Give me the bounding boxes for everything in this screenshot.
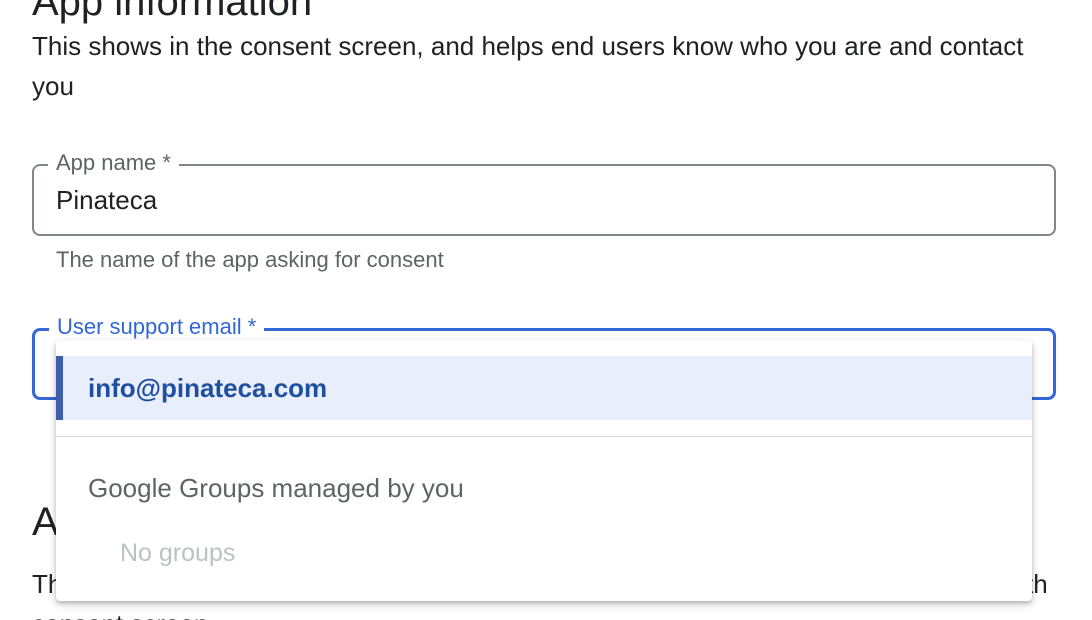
section-description: This shows in the consent screen, and he… [32, 31, 1024, 101]
dropdown-option-label: info@pinateca.com [88, 373, 328, 403]
support-email-dropdown-menu: info@pinateca.com Google Groups managed … [56, 340, 1032, 601]
no-groups-text: No groups [120, 539, 236, 567]
app-name-label: App name * [48, 148, 179, 178]
user-support-email-label: User support email * [49, 312, 265, 342]
oauth-consent-app-info-page: App information This shows in the consen… [0, 0, 1092, 620]
dropdown-option-email[interactable]: info@pinateca.com [56, 356, 1032, 420]
dropdown-divider [56, 436, 1032, 437]
next-section-description-line2: consent screen [32, 604, 1056, 620]
google-groups-header: Google Groups managed by you [88, 473, 464, 503]
app-name-input[interactable]: Pinateca [56, 184, 157, 216]
section-title: App information [32, 0, 313, 24]
app-name-hint: The name of the app asking for consent [56, 247, 444, 272]
app-name-field[interactable]: App name * Pinateca [32, 148, 1056, 236]
next-section-title: A [32, 500, 59, 544]
